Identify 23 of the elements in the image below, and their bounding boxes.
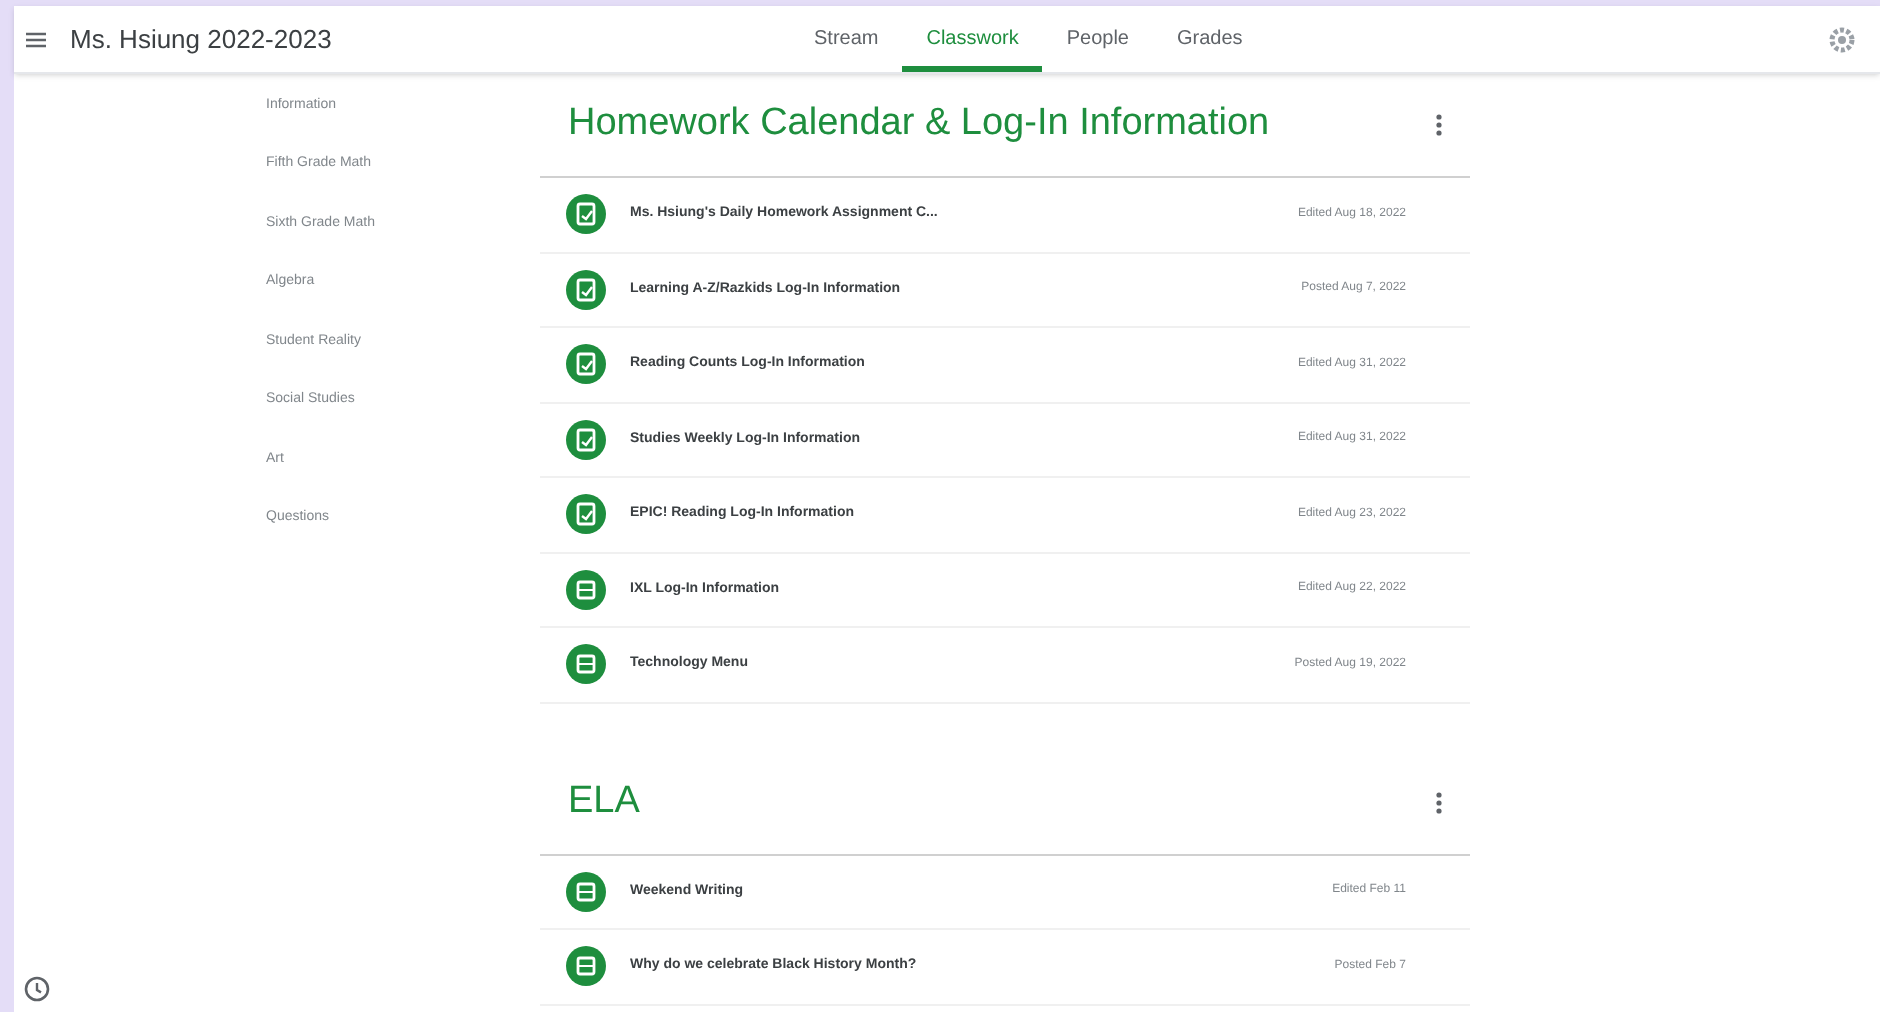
assignment-icon <box>566 494 606 535</box>
assignment-icon <box>566 344 606 385</box>
nav-tab[interactable]: People <box>1042 6 1153 72</box>
more-icon <box>1435 791 1441 813</box>
settings-icon <box>1828 25 1856 53</box>
nav-tab[interactable]: Stream <box>790 6 903 72</box>
settings-button[interactable] <box>1828 25 1856 53</box>
topic-heading: Homework Calendar & Log-In Information <box>568 100 1270 149</box>
material-icon <box>566 644 606 685</box>
material-icon <box>566 946 606 987</box>
nav-tab[interactable]: Grades <box>1153 6 1267 72</box>
class-title: Ms. Hsiung 2022-2023 <box>70 21 334 58</box>
material-icon <box>566 871 606 912</box>
assignment-icon <box>566 419 606 460</box>
more-button[interactable] <box>1430 788 1446 816</box>
assignment-icon <box>566 194 606 235</box>
assignment-icon <box>566 269 606 310</box>
topic-heading: ELA <box>568 777 640 826</box>
nav-tab[interactable]: Classwork <box>902 6 1043 72</box>
menu-icon <box>26 31 46 47</box>
more-icon <box>1435 114 1441 136</box>
material-icon <box>566 569 606 610</box>
more-button[interactable] <box>1430 111 1446 139</box>
